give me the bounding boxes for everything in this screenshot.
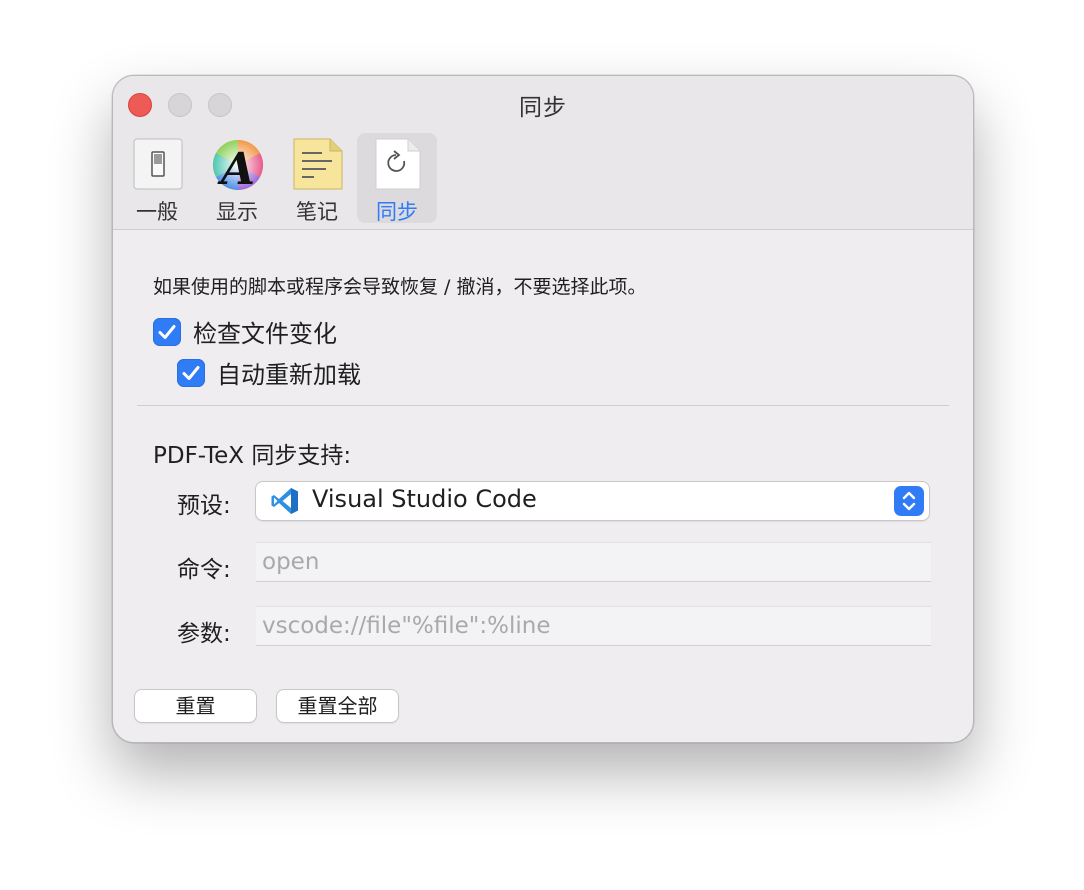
sync-description: 如果使用的脚本或程序会导致恢复 / 撤消，不要选择此项。 xyxy=(153,276,647,298)
toolbar-sync[interactable]: 同步 xyxy=(357,133,437,224)
auto-reload-row[interactable]: 自动重新加载 xyxy=(177,355,361,390)
svg-text:A: A xyxy=(217,144,255,191)
vscode-icon xyxy=(271,488,298,514)
command-label: 命令: xyxy=(177,557,231,583)
reset-button[interactable]: 重置 xyxy=(135,690,256,722)
note-icon xyxy=(293,138,343,190)
toolbar-sync-label: 同步 xyxy=(376,200,418,224)
preset-label: 预设: xyxy=(177,493,231,519)
checkmark-icon xyxy=(182,365,200,380)
window-title: 同步 xyxy=(519,95,567,121)
popup-stepper[interactable] xyxy=(894,486,924,516)
check-file-changes-label[interactable]: 检查文件变化 xyxy=(193,314,337,349)
sync-document-icon xyxy=(375,138,421,190)
command-placeholder: open xyxy=(262,549,320,575)
toolbar-general[interactable]: 一般 xyxy=(117,133,197,224)
preset-popup[interactable]: Visual Studio Code xyxy=(256,482,929,520)
titlebar: 同步 一般 A 显示 笔记 同步 xyxy=(113,76,973,230)
toolbar-notes-label: 笔记 xyxy=(296,200,338,224)
check-file-changes-row[interactable]: 检查文件变化 xyxy=(153,314,337,349)
toolbar-general-label: 一般 xyxy=(136,200,178,224)
check-file-changes-checkbox[interactable] xyxy=(153,317,181,346)
pdf-tex-sync-title: PDF-TeX 同步支持: xyxy=(153,443,352,469)
toolbar-notes[interactable]: 笔记 xyxy=(277,133,357,224)
arguments-label: 参数: xyxy=(177,621,231,647)
auto-reload-checkbox[interactable] xyxy=(177,358,205,387)
preset-value: Visual Studio Code xyxy=(312,485,537,513)
checkmark-icon xyxy=(158,324,176,339)
toolbar-display-label: 显示 xyxy=(216,200,258,224)
switch-icon xyxy=(133,138,183,190)
preferences-window: 同步 一般 A 显示 笔记 同步 如果使用的脚本或程序会导致恢复 / 撤消，不要… xyxy=(112,75,974,743)
reset-all-button[interactable]: 重置全部 xyxy=(277,690,398,722)
font-color-icon: A xyxy=(212,139,264,191)
chevron-up-down-icon xyxy=(902,491,916,511)
arguments-placeholder: vscode://file"%file":%line xyxy=(262,613,551,639)
toolbar-display[interactable]: A 显示 xyxy=(197,133,277,224)
command-field[interactable]: open xyxy=(256,542,931,582)
arguments-field[interactable]: vscode://file"%file":%line xyxy=(256,606,931,646)
section-divider xyxy=(137,405,949,406)
auto-reload-label[interactable]: 自动重新加载 xyxy=(217,355,361,390)
